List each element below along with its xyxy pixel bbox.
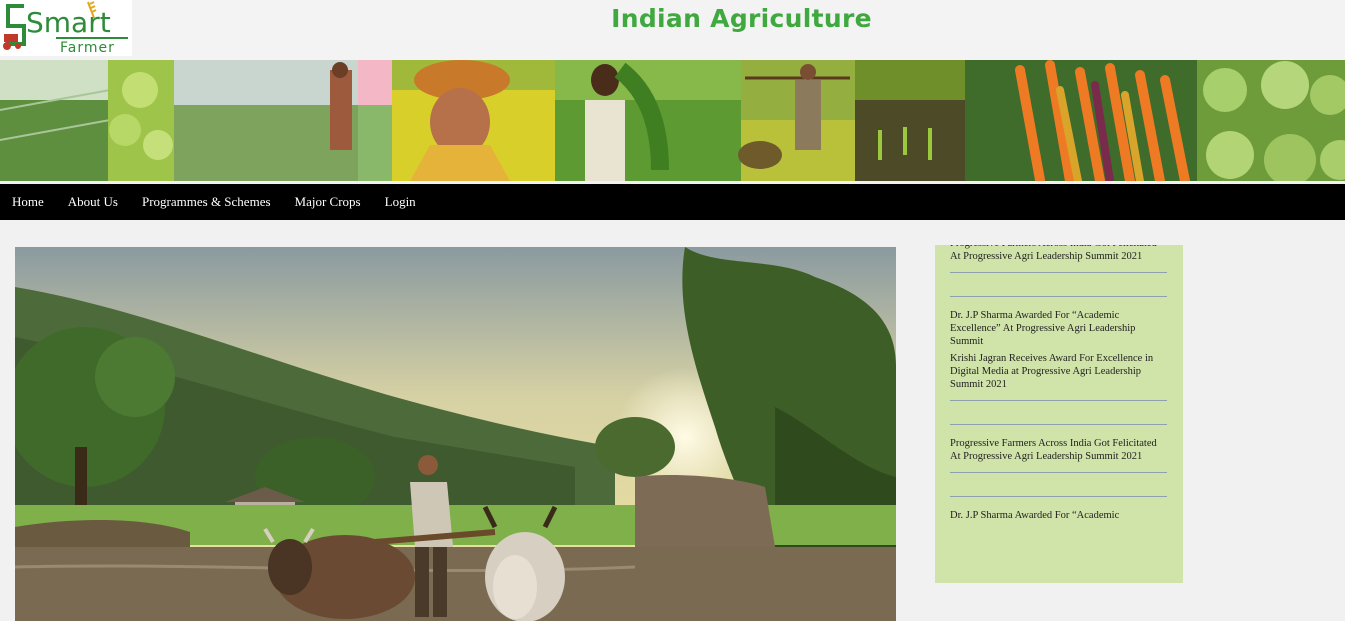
header-bar: Smart Farmer Indian Agriculture	[0, 0, 1345, 60]
hero-image	[15, 247, 896, 621]
news-divider	[950, 496, 1167, 497]
page-title: Indian Agriculture	[611, 4, 872, 33]
nav-about-us[interactable]: About Us	[68, 194, 118, 210]
news-item[interactable]: Progressive Farmers Across India Got Fel…	[950, 245, 1167, 263]
news-divider	[950, 400, 1167, 401]
nav-home[interactable]: Home	[12, 194, 44, 210]
nav-major-crops[interactable]: Major Crops	[295, 194, 361, 210]
nav-programmes-schemes[interactable]: Programmes & Schemes	[142, 194, 271, 210]
news-item[interactable]: Progressive Farmers Across India Got Fel…	[950, 437, 1167, 463]
banner-collage	[0, 60, 1345, 181]
news-divider	[950, 472, 1167, 473]
logo-sub-text: Farmer	[60, 40, 115, 56]
news-item[interactable]: Dr. J.P Sharma Awarded For “Academic Exc…	[950, 309, 1167, 348]
news-divider	[950, 272, 1167, 273]
news-item[interactable]: Krishi Jagran Receives Award For Excelle…	[950, 352, 1167, 391]
news-ticker: Progressive Farmers Across India Got Fel…	[935, 245, 1183, 583]
news-item[interactable]: Dr. J.P Sharma Awarded For “Academic	[950, 509, 1167, 522]
nav-login[interactable]: Login	[385, 194, 416, 210]
news-divider	[950, 424, 1167, 425]
news-divider	[950, 296, 1167, 297]
main-nav: Home About Us Programmes & Schemes Major…	[0, 184, 1345, 220]
